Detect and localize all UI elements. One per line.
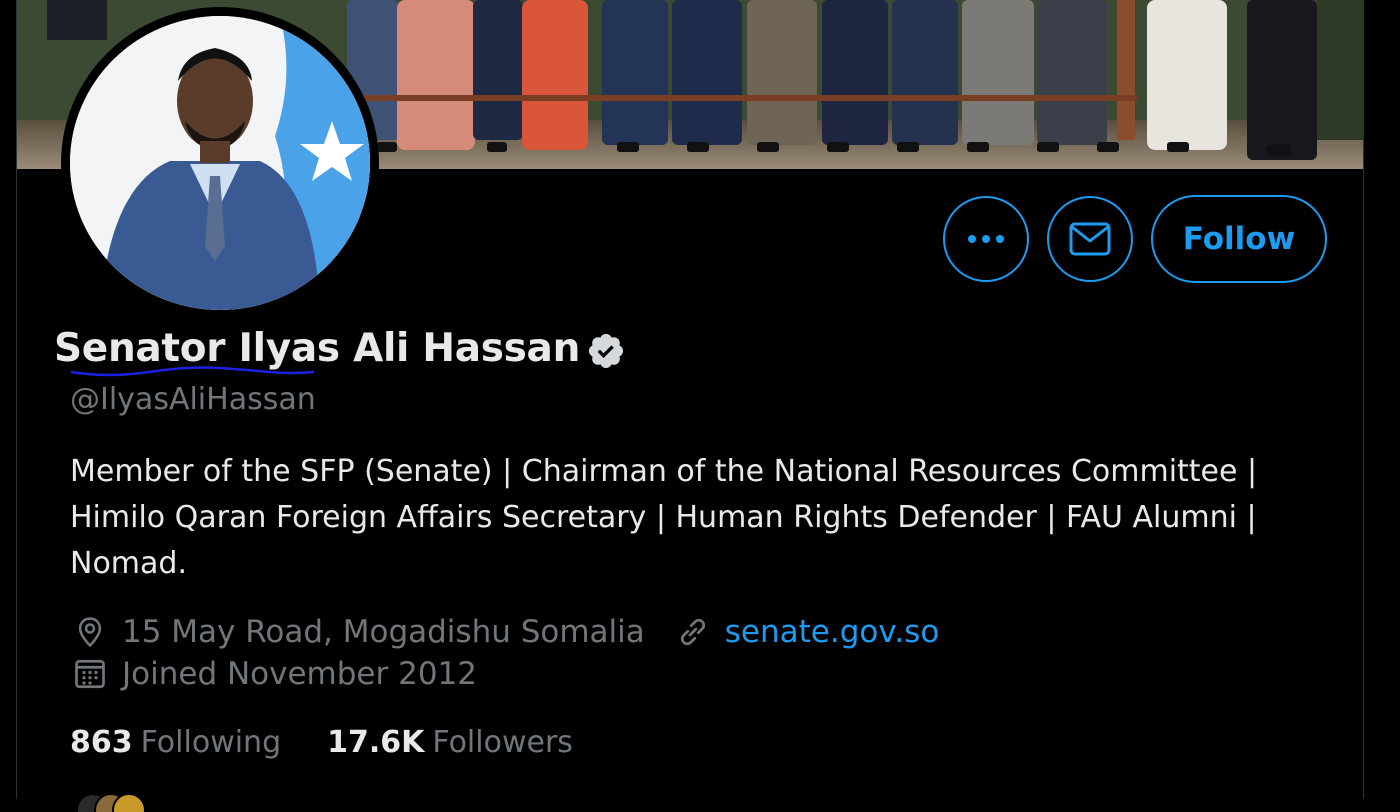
message-button[interactable] <box>1047 196 1133 282</box>
profile-joined-date: Joined November 2012 <box>122 656 477 692</box>
profile-meta-location-row: 15 May Road, Mogadishu Somalia senate.go… <box>70 612 939 652</box>
followers-count: 17.6K <box>327 725 425 760</box>
profile-website-link[interactable]: senate.gov.so <box>725 614 940 650</box>
spellcheck-underline <box>70 366 315 377</box>
followers-label: Followers <box>432 725 573 760</box>
followers-you-know-avatars[interactable] <box>73 792 153 812</box>
location-pin-icon <box>70 612 110 652</box>
bio-line: Member of the SFP (Senate) | Chairman of… <box>70 454 1258 489</box>
profile-handle: @IlyasAliHassan <box>70 382 316 417</box>
envelope-icon <box>1069 222 1111 256</box>
followers-link[interactable]: 17.6K Followers <box>327 725 573 760</box>
profile-actions: Follow <box>943 195 1327 283</box>
calendar-icon <box>70 654 110 694</box>
following-label: Following <box>140 725 282 760</box>
profile-location: 15 May Road, Mogadishu Somalia <box>122 614 645 650</box>
profile-stats: 863 Following 17.6K Followers <box>70 725 619 760</box>
profile-column: Follow Senator Ilyas Ali Hassan @IlyasAl… <box>16 0 1364 812</box>
link-icon <box>673 612 713 652</box>
more-button[interactable] <box>943 196 1029 282</box>
follow-button-label: Follow <box>1182 221 1296 257</box>
bio-line: Nomad. <box>70 546 187 581</box>
profile-bio: Member of the SFP (Senate) | Chairman of… <box>70 449 1290 587</box>
following-link[interactable]: 863 Following <box>70 725 281 760</box>
profile-meta-joined-row: Joined November 2012 <box>70 654 477 694</box>
verified-badge-icon[interactable] <box>586 331 626 371</box>
bio-line: Himilo Qaran Foreign Affairs Secretary |… <box>70 500 1257 535</box>
avatar-frame[interactable] <box>61 7 379 319</box>
more-horizontal-icon <box>968 235 1004 243</box>
follow-button[interactable]: Follow <box>1151 195 1327 283</box>
avatar[interactable] <box>70 16 370 310</box>
following-count: 863 <box>70 725 133 760</box>
avatar-photo <box>70 16 370 310</box>
